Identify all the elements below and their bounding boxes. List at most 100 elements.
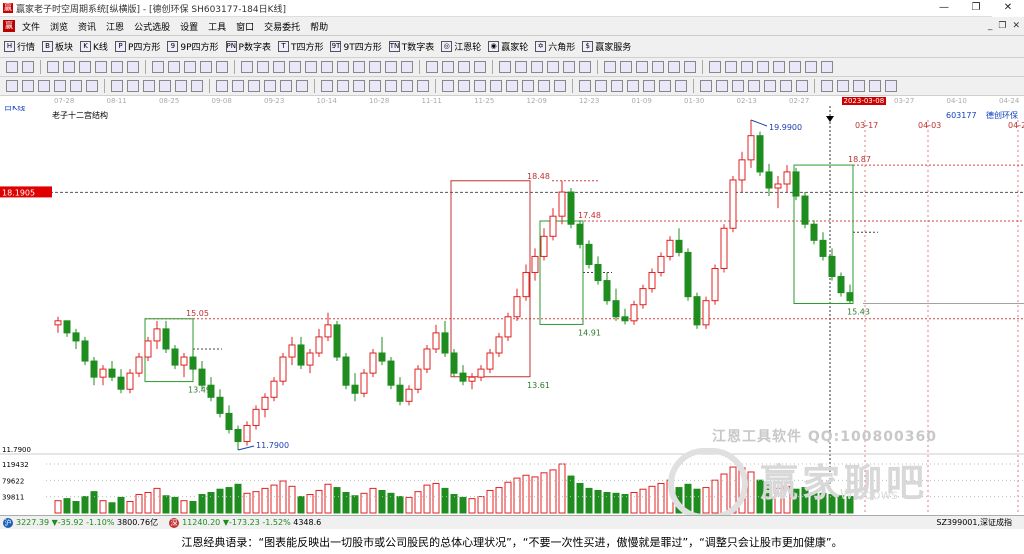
drawing-tool-icon[interactable]	[789, 61, 801, 73]
maximize-button[interactable]: ❐	[960, 0, 992, 17]
analysis-tool-icon[interactable]	[385, 80, 397, 92]
analysis-tool-icon[interactable]	[796, 80, 808, 92]
drawing-tool-icon[interactable]	[579, 61, 591, 73]
mdi-close-button[interactable]: ✕	[1012, 21, 1020, 31]
sz-index-status[interactable]: 深 11240.20 ▼-173.23 -1.52% 4348.6	[166, 517, 321, 528]
analysis-tool-icon[interactable]	[86, 80, 98, 92]
drawing-tool-icon[interactable]	[63, 61, 75, 73]
analysis-tool-icon[interactable]	[853, 80, 865, 92]
analysis-tool-icon[interactable]	[748, 80, 760, 92]
toolbar-button-5[interactable]: PN P数字表	[225, 40, 271, 53]
analysis-tool-icon[interactable]	[611, 80, 623, 92]
drawing-tool-icon[interactable]	[111, 61, 123, 73]
analysis-tool-icon[interactable]	[127, 80, 139, 92]
drawing-tool-icon[interactable]	[604, 61, 616, 73]
toolbar-button-1[interactable]: B 板块	[42, 40, 73, 53]
status-right-index[interactable]: SZ399001,深证成指	[936, 517, 1012, 528]
analysis-tool-icon[interactable]	[321, 80, 333, 92]
toolbar-button-8[interactable]: TN T数字表	[388, 40, 434, 53]
drawing-tool-icon[interactable]	[337, 61, 349, 73]
analysis-tool-icon[interactable]	[296, 80, 308, 92]
drawing-tool-icon[interactable]	[216, 61, 228, 73]
analysis-tool-icon[interactable]	[54, 80, 66, 92]
drawing-tool-icon[interactable]	[305, 61, 317, 73]
analysis-tool-icon[interactable]	[490, 80, 502, 92]
analysis-tool-icon[interactable]	[280, 80, 292, 92]
drawing-tool-icon[interactable]	[289, 61, 301, 73]
analysis-tool-icon[interactable]	[216, 80, 228, 92]
drawing-tool-icon[interactable]	[401, 61, 413, 73]
drawing-tool-icon[interactable]	[369, 61, 381, 73]
analysis-tool-icon[interactable]	[191, 80, 203, 92]
toolbar-button-11[interactable]: ✡ 六角形	[535, 40, 575, 53]
toolbar-button-10[interactable]: ◉ 赢家轮	[488, 40, 528, 53]
drawing-tool-icon[interactable]	[385, 61, 397, 73]
drawing-tool-icon[interactable]	[6, 61, 18, 73]
drawing-tool-icon[interactable]	[709, 61, 721, 73]
toolbar-button-4[interactable]: 9 9P四方形	[167, 40, 219, 53]
analysis-tool-icon[interactable]	[780, 80, 792, 92]
drawing-tool-icon[interactable]	[47, 61, 59, 73]
analysis-tool-icon[interactable]	[659, 80, 671, 92]
drawing-tool-icon[interactable]	[684, 61, 696, 73]
analysis-tool-icon[interactable]	[522, 80, 534, 92]
analysis-tool-icon[interactable]	[337, 80, 349, 92]
drawing-tool-icon[interactable]	[668, 61, 680, 73]
analysis-tool-icon[interactable]	[143, 80, 155, 92]
drawing-tool-icon[interactable]	[200, 61, 212, 73]
toolbar-button-6[interactable]: T T四方形	[277, 40, 323, 53]
drawing-tool-icon[interactable]	[426, 61, 438, 73]
analysis-tool-icon[interactable]	[38, 80, 50, 92]
analysis-tool-icon[interactable]	[159, 80, 171, 92]
analysis-tool-icon[interactable]	[732, 80, 744, 92]
drawing-tool-icon[interactable]	[152, 61, 164, 73]
analysis-tool-icon[interactable]	[353, 80, 365, 92]
analysis-tool-icon[interactable]	[821, 80, 833, 92]
analysis-tool-icon[interactable]	[111, 80, 123, 92]
toolbar-button-7[interactable]: 9T 9T四方形	[330, 40, 382, 53]
drawing-tool-icon[interactable]	[474, 61, 486, 73]
analysis-tool-icon[interactable]	[369, 80, 381, 92]
toolbar-button-0[interactable]: H 行情	[4, 40, 35, 53]
menu-formula[interactable]: 公式选股	[129, 20, 175, 33]
drawing-tool-icon[interactable]	[273, 61, 285, 73]
menu-tools[interactable]: 工具	[203, 20, 231, 33]
analysis-tool-icon[interactable]	[869, 80, 881, 92]
menu-gann[interactable]: 江恩	[101, 20, 129, 33]
drawing-tool-icon[interactable]	[442, 61, 454, 73]
analysis-tool-icon[interactable]	[885, 80, 897, 92]
drawing-tool-icon[interactable]	[563, 61, 575, 73]
analysis-tool-icon[interactable]	[627, 80, 639, 92]
drawing-tool-icon[interactable]	[79, 61, 91, 73]
analysis-tool-icon[interactable]	[675, 80, 687, 92]
analysis-tool-icon[interactable]	[248, 80, 260, 92]
menu-settings[interactable]: 设置	[175, 20, 203, 33]
analysis-tool-icon[interactable]	[175, 80, 187, 92]
analysis-tool-icon[interactable]	[401, 80, 413, 92]
analysis-tool-icon[interactable]	[474, 80, 486, 92]
drawing-tool-icon[interactable]	[821, 61, 833, 73]
drawing-tool-icon[interactable]	[725, 61, 737, 73]
drawing-tool-icon[interactable]	[95, 61, 107, 73]
drawing-tool-icon[interactable]	[636, 61, 648, 73]
mdi-restore-button[interactable]: ❐	[998, 21, 1006, 31]
drawing-tool-icon[interactable]	[515, 61, 527, 73]
menu-trade[interactable]: 交易委托	[259, 20, 305, 33]
drawing-tool-icon[interactable]	[805, 61, 817, 73]
drawing-tool-icon[interactable]	[168, 61, 180, 73]
menu-file[interactable]: 文件	[17, 20, 45, 33]
menu-browse[interactable]: 浏览	[45, 20, 73, 33]
analysis-tool-icon[interactable]	[458, 80, 470, 92]
drawing-tool-icon[interactable]	[127, 61, 139, 73]
toolbar-button-12[interactable]: $ 赢家服务	[582, 40, 631, 53]
analysis-tool-icon[interactable]	[442, 80, 454, 92]
drawing-tool-icon[interactable]	[620, 61, 632, 73]
drawing-tool-icon[interactable]	[458, 61, 470, 73]
analysis-tool-icon[interactable]	[595, 80, 607, 92]
toolbar-button-2[interactable]: K K线	[80, 40, 108, 53]
analysis-tool-icon[interactable]	[6, 80, 18, 92]
toolbar-button-3[interactable]: P P四方形	[114, 40, 160, 53]
drawing-tool-icon[interactable]	[499, 61, 511, 73]
analysis-tool-icon[interactable]	[264, 80, 276, 92]
drawing-tool-icon[interactable]	[184, 61, 196, 73]
